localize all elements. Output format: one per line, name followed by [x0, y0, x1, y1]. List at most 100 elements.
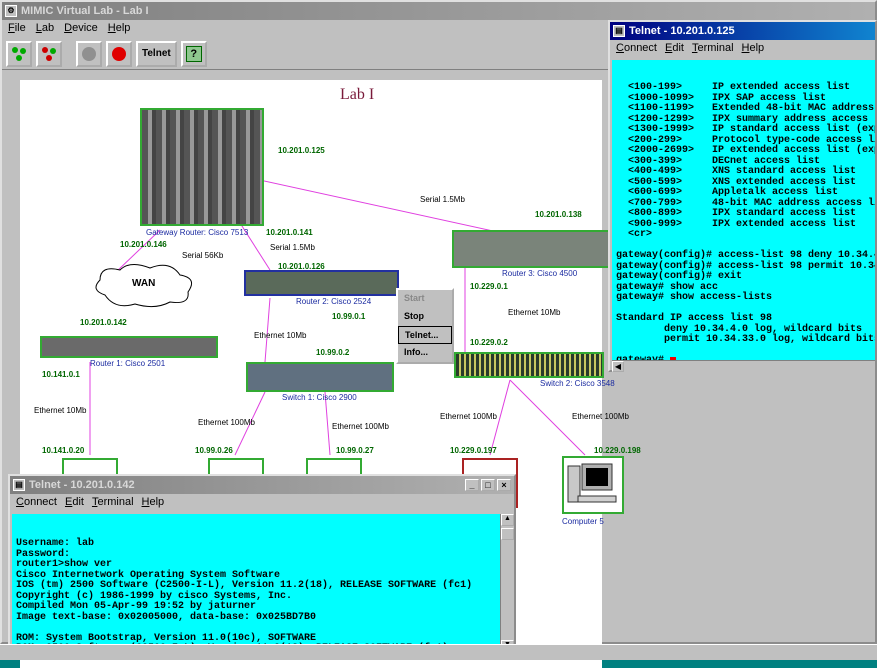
maximize-button[interactable]: □ — [481, 479, 495, 491]
ip-label: 10.201.0.125 — [278, 146, 325, 155]
terminal-line: IOS (tm) 2500 Software (C2500-I-L), Vers… — [16, 580, 473, 591]
device-context-menu: Start Stop Telnet... Info... — [396, 288, 454, 364]
terminal-line: Standard IP access list 98 — [616, 313, 773, 324]
switch2[interactable] — [454, 352, 604, 378]
link-label: Ethernet 100Mb — [198, 418, 255, 427]
lab-title: Lab I — [340, 86, 375, 103]
router3-label: Router 3: Cisco 4500 — [502, 269, 578, 278]
router1[interactable] — [40, 336, 218, 358]
link-label: Ethernet 100Mb — [572, 412, 629, 421]
terminal-line: router1>show ver — [16, 559, 113, 570]
minimize-button[interactable]: _ — [465, 479, 479, 491]
terminal-output: Username: lab Password: router1>show ver Ci… — [16, 538, 496, 652]
terminal-line: <100-199> IP extended access list — [616, 82, 851, 93]
router1-label: Router 1: Cisco 2501 — [90, 359, 166, 368]
terminal-line: <900-999> IPX extended access list — [616, 218, 857, 230]
horizontal-scrollbar[interactable]: ◀ — [612, 360, 875, 372]
close-button[interactable]: × — [497, 479, 511, 491]
scroll-left-arrow[interactable]: ◀ — [612, 361, 624, 372]
terminal-line: gateway(config)# exit — [616, 271, 743, 282]
telnet-router1-menubar: Connect Edit Terminal Help — [10, 494, 514, 512]
connect-devices-button[interactable] — [6, 40, 32, 67]
terminal-line: <1100-1199> Extended 48-bit MAC address … — [616, 103, 875, 114]
ip-label: 10.229.0.2 — [470, 338, 508, 347]
computer5[interactable] — [562, 456, 624, 514]
ip-label: 10.99.0.27 — [336, 446, 374, 455]
gateway-router-label: Gateway Router: Cisco 7513 — [146, 228, 249, 237]
context-telnet[interactable]: Telnet... — [398, 326, 452, 344]
terminal-line: <800-899> IPX standard access list — [616, 208, 857, 219]
telnet-gateway-title: Telnet - 10.201.0.125 — [629, 25, 735, 37]
menu-file[interactable]: File — [8, 22, 26, 36]
terminal-line: <cr> — [616, 229, 653, 240]
link-label: Ethernet 10Mb — [34, 406, 87, 415]
scroll-thumb[interactable] — [501, 528, 514, 540]
menu-lab[interactable]: Lab — [36, 22, 54, 36]
telnet-icon: ▤ — [613, 25, 625, 37]
link-label: Ethernet 100Mb — [440, 412, 497, 421]
telnet-window-router1: ▤ Telnet - 10.201.0.142 _ □ × Connect Ed… — [8, 474, 516, 656]
stop-button[interactable] — [106, 40, 132, 67]
terminal-line: Username: lab — [16, 538, 95, 549]
gateway-router[interactable] — [140, 108, 264, 226]
menu-device[interactable]: Device — [64, 22, 98, 36]
main-title: MIMIC Virtual Lab - Lab I — [21, 5, 149, 17]
menu-terminal[interactable]: Terminal — [92, 496, 134, 510]
disconnect-devices-button[interactable] — [36, 40, 62, 67]
wan-label: WAN — [132, 278, 156, 289]
disconnect-icon — [42, 46, 56, 61]
terminal-output: <100-199> IP extended access list <1000-… — [616, 82, 875, 360]
ip-label: 10.201.0.141 — [266, 228, 313, 237]
terminal-line: <600-699> Appletalk access list — [616, 187, 839, 198]
app-icon: ⚙ — [5, 5, 17, 17]
switch1-label: Switch 1: Cisco 2900 — [282, 393, 357, 402]
red-circle-icon — [112, 46, 126, 61]
ip-label: 10.99.0.2 — [316, 348, 350, 357]
context-start[interactable]: Start — [398, 290, 452, 308]
menu-help[interactable]: Help — [108, 22, 131, 36]
ip-label: 10.229.0.198 — [594, 446, 641, 455]
menu-terminal[interactable]: Terminal — [692, 42, 734, 56]
terminal-line: gateway(config)# access-list 98 deny 10.… — [616, 250, 875, 261]
main-titlebar[interactable]: ⚙ MIMIC Virtual Lab - Lab I — [2, 2, 875, 20]
telnet-router1-titlebar[interactable]: ▤ Telnet - 10.201.0.142 _ □ × — [10, 476, 514, 494]
telnet-gateway-terminal[interactable]: <100-199> IP extended access list <1000-… — [612, 60, 875, 360]
menu-edit[interactable]: Edit — [665, 42, 684, 56]
gray-circle-icon — [82, 46, 96, 61]
switch2-label: Switch 2: Cisco 3548 — [540, 379, 615, 388]
terminal-line: gateway# show access-lists — [616, 292, 773, 303]
ip-label: 10.99.0.1 — [332, 312, 366, 321]
menu-connect[interactable]: Connect — [16, 496, 57, 510]
context-info[interactable]: Info... — [398, 344, 452, 362]
ip-label: 10.201.0.126 — [278, 262, 325, 271]
telnet-gateway-titlebar[interactable]: ▤ Telnet - 10.201.0.125 — [610, 22, 875, 40]
telnet-icon: ▤ — [13, 479, 25, 491]
router2-label: Router 2: Cisco 2524 — [296, 297, 372, 306]
router3[interactable] — [452, 230, 612, 268]
connect-icon — [12, 46, 26, 61]
terminal-line: Compiled Mon 05-Apr-99 19:52 by jaturner — [16, 601, 257, 612]
ip-label: 10.141.0.20 — [42, 446, 85, 455]
computer-icon — [567, 463, 617, 503]
link-label: Serial 1.5Mb — [420, 195, 465, 204]
telnet-button[interactable]: Telnet — [136, 40, 177, 67]
telnet-gateway-menubar: Connect Edit Terminal Help — [610, 40, 875, 58]
help-icon: ? — [185, 45, 202, 62]
telnet-window-gateway: ▤ Telnet - 10.201.0.125 Connect Edit Ter… — [608, 20, 877, 372]
vertical-scrollbar[interactable]: ▲ ▼ — [500, 514, 514, 652]
scroll-up-arrow[interactable]: ▲ — [501, 514, 514, 526]
start-button[interactable] — [76, 40, 102, 67]
help-button[interactable]: ? — [180, 40, 207, 67]
switch1[interactable] — [246, 362, 394, 392]
menu-help[interactable]: Help — [742, 42, 765, 56]
router2[interactable] — [244, 270, 399, 296]
telnet-router1-terminal[interactable]: Username: lab Password: router1>show ver Ci… — [12, 514, 500, 652]
terminal-line: <400-499> XNS standard access list — [616, 166, 857, 177]
menu-help[interactable]: Help — [142, 496, 165, 510]
status-bar — [0, 644, 877, 660]
menu-edit[interactable]: Edit — [65, 496, 84, 510]
ip-label: 10.229.0.197 — [450, 446, 497, 455]
menu-connect[interactable]: Connect — [616, 42, 657, 56]
context-stop[interactable]: Stop — [398, 308, 452, 326]
link-label: Ethernet 100Mb — [332, 422, 389, 431]
